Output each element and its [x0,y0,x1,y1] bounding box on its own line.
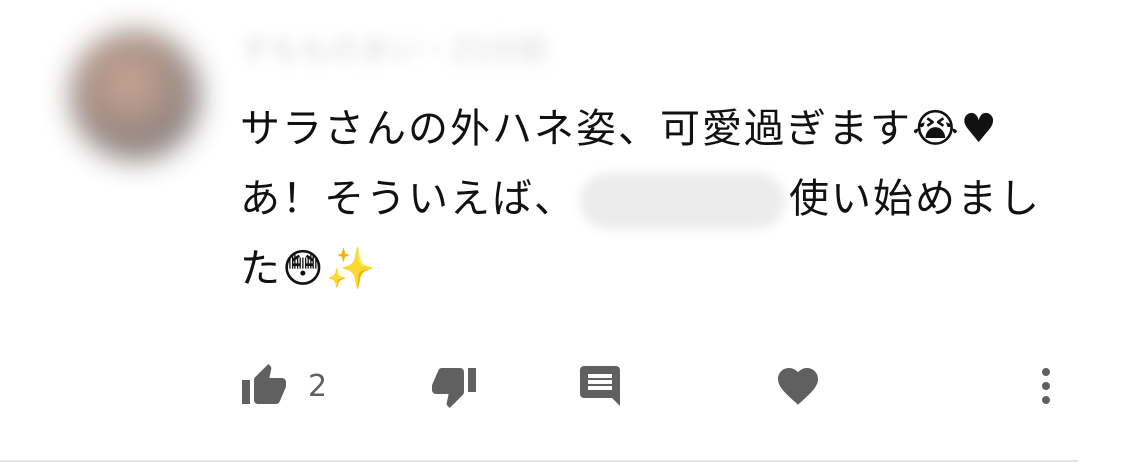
thumb-up-icon [240,362,288,410]
comment-card: すもものまい・25分前 サラさんの外ハネ姿、可愛過ぎます😭♥ あ！そういえば、 使… [0,0,1125,472]
dislike-button[interactable] [430,356,478,416]
creator-heart-button[interactable] [774,356,822,416]
divider [0,460,1078,462]
redacted-text [580,173,785,229]
reply-comment-icon [576,362,624,410]
comment-text: サラさんの外ハネ姿、可愛過ぎます😭♥ あ！そういえば、 使い始めまし た😳✨ [240,94,1040,304]
comment-line-3: た😳✨ [240,246,378,292]
comment-line-2-end: 使い始めまし [789,176,1041,222]
heart-icon [774,362,822,410]
comment-line-2-start: あ！そういえば、 [240,176,576,222]
more-vertical-icon [1022,362,1070,410]
reply-button[interactable] [576,356,624,416]
comment-line-2: あ！そういえば、 使い始めまし [240,164,1040,234]
comment-actions: 2 [0,356,1125,416]
comment-line-1: サラさんの外ハネ姿、可愛過ぎます😭♥ [240,106,999,152]
comment-author[interactable]: すもものまい・25分前 [240,28,660,74]
like-button[interactable]: 2 [240,356,327,416]
more-options-button[interactable] [1022,356,1070,416]
thumb-down-icon [430,362,478,410]
like-count: 2 [308,368,328,404]
avatar[interactable] [70,30,200,160]
